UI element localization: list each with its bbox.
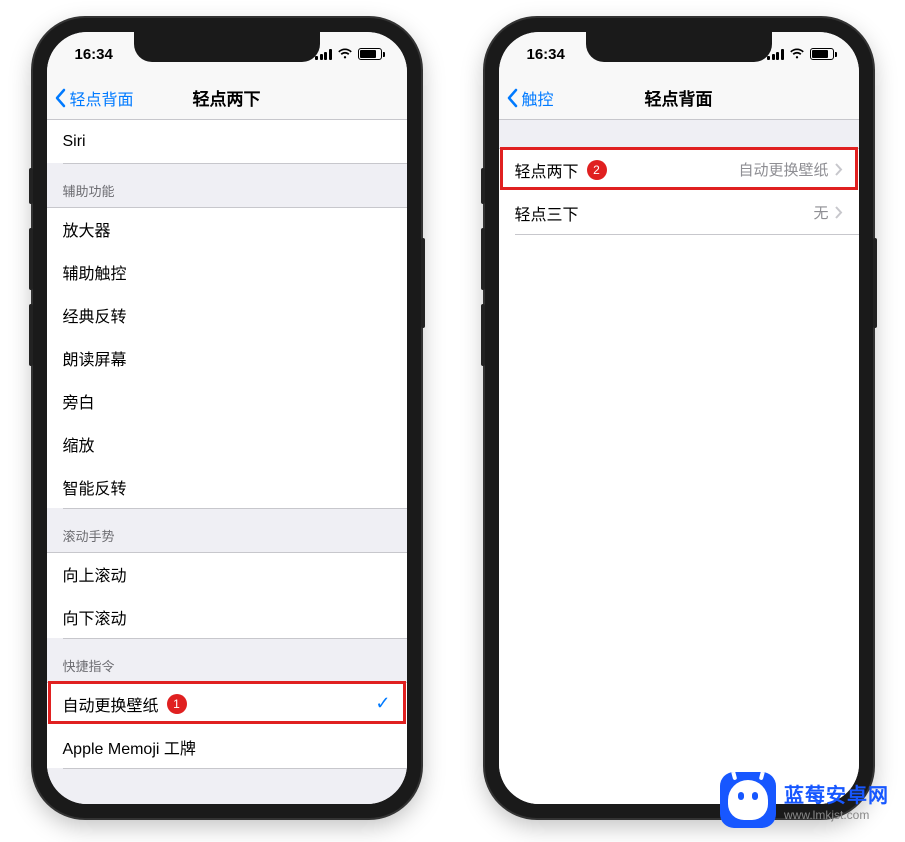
annotation-badge-2: 2 [587,160,607,180]
list-item[interactable]: 向上滚动 [47,552,407,595]
notch [134,32,320,62]
nav-title: 轻点背面 [645,85,713,110]
watermark: 蓝莓安卓网 www.lmkjst.com [720,772,889,828]
nav-bar: 轻点背面 轻点两下 [47,76,407,120]
list-item[interactable]: Apple Memoji 工牌 [47,725,407,768]
battery-icon [358,48,385,60]
chevron-left-icon [507,88,519,108]
wifi-icon [337,48,353,60]
annotation-badge-1: 1 [167,694,187,714]
list-item[interactable]: Siri [47,120,407,163]
back-button[interactable]: 触控 [499,86,554,110]
row-label: 自动更换壁纸 [63,692,159,716]
chevron-right-icon [835,206,843,219]
status-time: 16:34 [527,46,565,63]
list-item[interactable]: 朗读屏幕 [47,336,407,379]
section-header-shortcuts: 快捷指令 [47,638,407,682]
back-label: 轻点背面 [70,86,134,110]
section-header-accessibility: 辅助功能 [47,163,407,207]
row-value: 无 [813,202,828,223]
list-item[interactable]: 经典反转 [47,293,407,336]
chevron-left-icon [55,88,67,108]
list-item-double-tap[interactable]: 轻点两下 2 自动更换壁纸 [499,148,859,191]
row-label: 轻点两下 [515,158,579,182]
section-header-scroll: 滚动手势 [47,508,407,552]
list-item[interactable]: 智能反转 [47,465,407,508]
list-item[interactable]: 放大器 [47,207,407,250]
list-item[interactable]: 旁白 [47,379,407,422]
phone-frame-1: 16:34 轻点背面 轻点两下 [33,18,421,818]
watermark-title: 蓝莓安卓网 [784,779,889,808]
row-value: 自动更换壁纸 [738,159,828,180]
nav-bar: 触控 轻点背面 [499,76,859,120]
watermark-icon [720,772,776,828]
notch [586,32,772,62]
list-item-auto-wallpaper[interactable]: 自动更换壁纸 1 ✓ [47,682,407,725]
back-button[interactable]: 轻点背面 [47,86,134,110]
row-label: Siri [63,133,86,151]
phone-frame-2: 16:34 触控 轻点背面 [485,18,873,818]
watermark-url: www.lmkjst.com [784,808,889,822]
list-item[interactable]: 向下滚动 [47,595,407,638]
chevron-right-icon [835,163,843,176]
list-item[interactable]: 辅助触控 [47,250,407,293]
list-item-triple-tap[interactable]: 轻点三下 无 [499,191,859,234]
checkmark-icon: ✓ [375,693,390,714]
battery-icon [810,48,837,60]
nav-title: 轻点两下 [193,85,261,110]
status-time: 16:34 [75,46,113,63]
row-label: 轻点三下 [515,201,579,225]
back-label: 触控 [522,86,554,110]
wifi-icon [789,48,805,60]
list-item[interactable]: 缩放 [47,422,407,465]
